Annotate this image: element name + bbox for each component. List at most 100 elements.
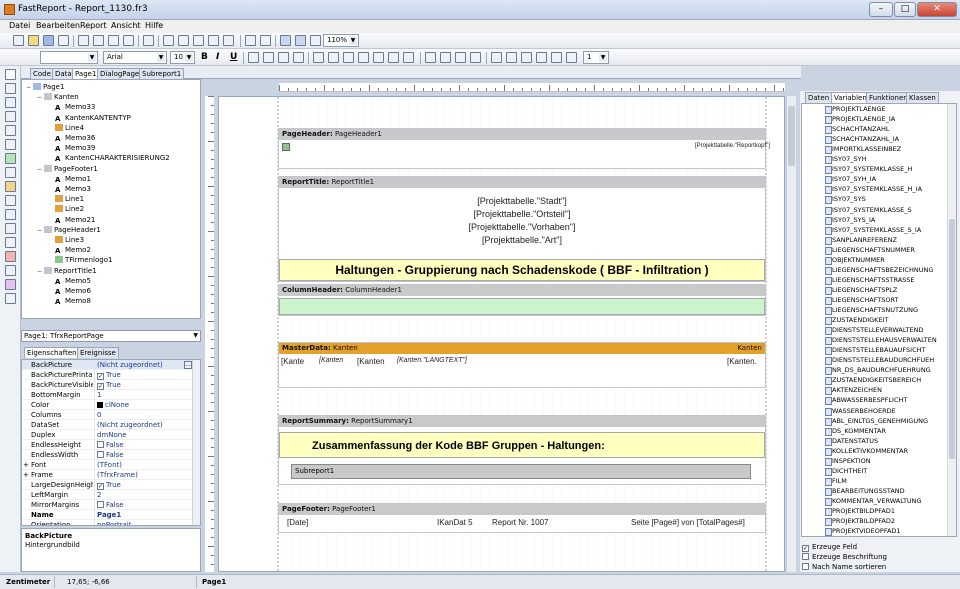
tree-node[interactable]: A Memo3 bbox=[48, 184, 91, 194]
memo-kante[interactable]: [Kante bbox=[281, 357, 304, 366]
variables-scrollbar[interactable] bbox=[947, 104, 956, 536]
variable-item[interactable]: SANPLANREFERENZ bbox=[825, 235, 897, 245]
property-scrollbar[interactable] bbox=[192, 360, 200, 525]
menu-hilfe[interactable]: Hilfe bbox=[145, 21, 163, 30]
expand-toggle-icon[interactable]: − bbox=[37, 93, 44, 103]
property-row[interactable]: BackPicture (Nicht zugeordnet)… bbox=[22, 360, 194, 370]
tree-node[interactable]: A Memo39 bbox=[48, 143, 95, 153]
tree-node[interactable]: Line4 bbox=[48, 123, 84, 133]
checkbox[interactable] bbox=[97, 501, 104, 508]
memo-reportkopf[interactable]: [Projekttabelle."Reportkopf"] bbox=[695, 143, 770, 149]
minimize-button[interactable]: – bbox=[869, 2, 893, 17]
text-tool-icon[interactable] bbox=[5, 111, 16, 122]
style-combo[interactable]: ▼ bbox=[40, 51, 98, 64]
property-value-cell[interactable]: ✓ True bbox=[94, 480, 194, 490]
option-checkbox[interactable]: Nach Name sortieren bbox=[802, 562, 886, 572]
checkbox[interactable]: ✓ bbox=[97, 373, 104, 380]
tab-page1[interactable]: Page1 bbox=[72, 68, 100, 79]
variable-item[interactable]: ZUSTAENDIGKEITSBEREICH bbox=[824, 375, 921, 386]
picture-icon[interactable] bbox=[5, 181, 16, 192]
variable-item[interactable]: ISY07_SYSTEMKLASSE_H_IA bbox=[824, 184, 922, 195]
tab-ereignisse[interactable]: Ereignisse bbox=[77, 347, 119, 358]
redo-icon[interactable] bbox=[223, 35, 234, 46]
font-settings-icon[interactable] bbox=[248, 52, 259, 63]
menu-report[interactable]: Report bbox=[80, 21, 107, 30]
variable-item[interactable]: ISY07_SYS_IA bbox=[824, 215, 875, 225]
property-value-cell[interactable]: poPortrait bbox=[94, 520, 194, 525]
memo-kanten-1[interactable]: [Kanten bbox=[319, 357, 343, 364]
option-checkbox[interactable]: ✓ Erzeuge Feld bbox=[802, 542, 857, 552]
expand-toggle-icon[interactable]: − bbox=[37, 267, 44, 277]
close-button[interactable]: ✕ bbox=[917, 2, 957, 17]
checkbox[interactable]: ✓ bbox=[97, 383, 104, 390]
chart-icon[interactable] bbox=[5, 209, 16, 220]
property-row[interactable]: BottomMargin 1 bbox=[22, 390, 194, 400]
property-value-cell[interactable]: Page1 bbox=[94, 510, 194, 520]
tree-node[interactable]: − PageFooter1 bbox=[37, 164, 98, 174]
tree-node[interactable]: Line3 bbox=[48, 235, 84, 245]
textobject-icon[interactable] bbox=[5, 167, 16, 178]
select-tool-icon[interactable] bbox=[5, 69, 16, 80]
subreport-object[interactable]: Subreport1 bbox=[291, 464, 751, 479]
tree-node[interactable]: A Memo21 bbox=[48, 215, 95, 225]
frame-color-icon[interactable] bbox=[551, 52, 562, 63]
design-vertical-scrollbar[interactable] bbox=[786, 96, 796, 572]
tree-node[interactable]: − PageHeader1 bbox=[37, 225, 101, 235]
property-row[interactable]: EndlessWidth False bbox=[22, 450, 194, 460]
expand-toggle-icon[interactable]: − bbox=[37, 165, 44, 175]
variable-item[interactable]: PROJEKTBILDPFAD1 bbox=[825, 506, 895, 516]
rotate-text-icon[interactable] bbox=[293, 52, 304, 63]
master-data-band[interactable]: MasterData: Kanten Kanten [Kante [Kanten … bbox=[278, 342, 766, 388]
variable-item[interactable]: ISY07_SYS bbox=[825, 194, 866, 205]
cross-icon[interactable] bbox=[5, 251, 16, 262]
new-report-icon[interactable] bbox=[78, 35, 89, 46]
zoom-tool-icon[interactable] bbox=[5, 97, 16, 108]
variable-item[interactable]: ISY07_SYSTEMKLASSE_S_IA bbox=[824, 225, 921, 235]
memo-page-number[interactable]: Seite [Page#] von [TotalPages#] bbox=[631, 518, 745, 527]
memo-langtext[interactable]: [Kanten."LANGTEXT"] bbox=[397, 357, 467, 364]
undo-icon[interactable] bbox=[208, 35, 219, 46]
variable-item[interactable]: DATENSTATUS bbox=[824, 436, 878, 446]
align-justify-icon[interactable] bbox=[358, 52, 369, 63]
checkbox[interactable] bbox=[97, 441, 104, 448]
property-value-cell[interactable]: ✓ True bbox=[94, 380, 194, 390]
column-header-band[interactable]: ColumnHeader: ColumnHeader1 bbox=[278, 284, 766, 316]
ellipsis-button[interactable]: … bbox=[184, 361, 192, 369]
tab-eigenschaften[interactable]: Eigenschaften bbox=[24, 347, 80, 358]
align-left-icon[interactable] bbox=[313, 52, 324, 63]
property-value-cell[interactable]: 0 bbox=[94, 410, 194, 420]
table-icon[interactable] bbox=[5, 279, 16, 290]
frame-top-icon[interactable] bbox=[425, 52, 436, 63]
cut-icon[interactable] bbox=[163, 35, 174, 46]
property-value-cell[interactable]: dmNone bbox=[94, 430, 194, 440]
bold-button[interactable]: B bbox=[201, 52, 208, 62]
delete-page-icon[interactable] bbox=[123, 35, 134, 46]
tree-node[interactable]: A Memo1 bbox=[48, 174, 91, 184]
expand-icon[interactable]: + bbox=[23, 460, 29, 470]
property-row[interactable]: Name Page1 bbox=[22, 510, 194, 520]
band-tool-icon[interactable] bbox=[5, 139, 16, 150]
align-right-icon[interactable] bbox=[343, 52, 354, 63]
align-grid-icon[interactable] bbox=[295, 35, 306, 46]
property-row[interactable]: BackPicturePrintable✓True bbox=[22, 370, 194, 380]
variable-item[interactable]: BEARBEITUNGSSTAND bbox=[825, 486, 905, 496]
tree-node[interactable]: A KantenCHARAKTERISIERUNG2 bbox=[48, 153, 170, 163]
summary-heading-memo[interactable]: Zusammenfassung der Kode BBF Gruppen - H… bbox=[279, 432, 765, 458]
tree-node[interactable]: A Memo2 bbox=[48, 245, 91, 255]
tree-node[interactable]: A Memo5 bbox=[48, 276, 91, 286]
report-summary-band[interactable]: ReportSummary: ReportSummary1 Zusammenfa… bbox=[278, 415, 766, 485]
variable-item[interactable]: LIEGENSCHAFTSNUTZUNG bbox=[824, 305, 918, 315]
variable-item[interactable]: ISY07_SYH_IA bbox=[824, 174, 876, 185]
tree-node[interactable]: Line1 bbox=[48, 194, 84, 204]
checkbox[interactable]: ✓ bbox=[802, 545, 809, 552]
property-row[interactable]: LargeDesignHeight ✓ True bbox=[22, 480, 194, 490]
underline-button[interactable]: U bbox=[230, 52, 237, 62]
variable-item[interactable]: ZUSTAENDIGKEIT bbox=[824, 315, 888, 326]
variable-item[interactable]: NR_DS_BAUDURCHFUEHRUNG bbox=[825, 365, 931, 376]
chevron-down-icon[interactable]: ▼ bbox=[349, 36, 357, 45]
variable-item[interactable]: PROJEKTVIDEOPFAD1 bbox=[825, 526, 901, 536]
column-header-memo[interactable] bbox=[279, 298, 765, 315]
tab-daten[interactable]: Daten bbox=[805, 92, 833, 103]
memo-ortsteil[interactable]: [Projekttabelle."Ortsteil"] bbox=[279, 209, 765, 219]
chevron-down-icon[interactable]: ▼ bbox=[88, 53, 96, 62]
